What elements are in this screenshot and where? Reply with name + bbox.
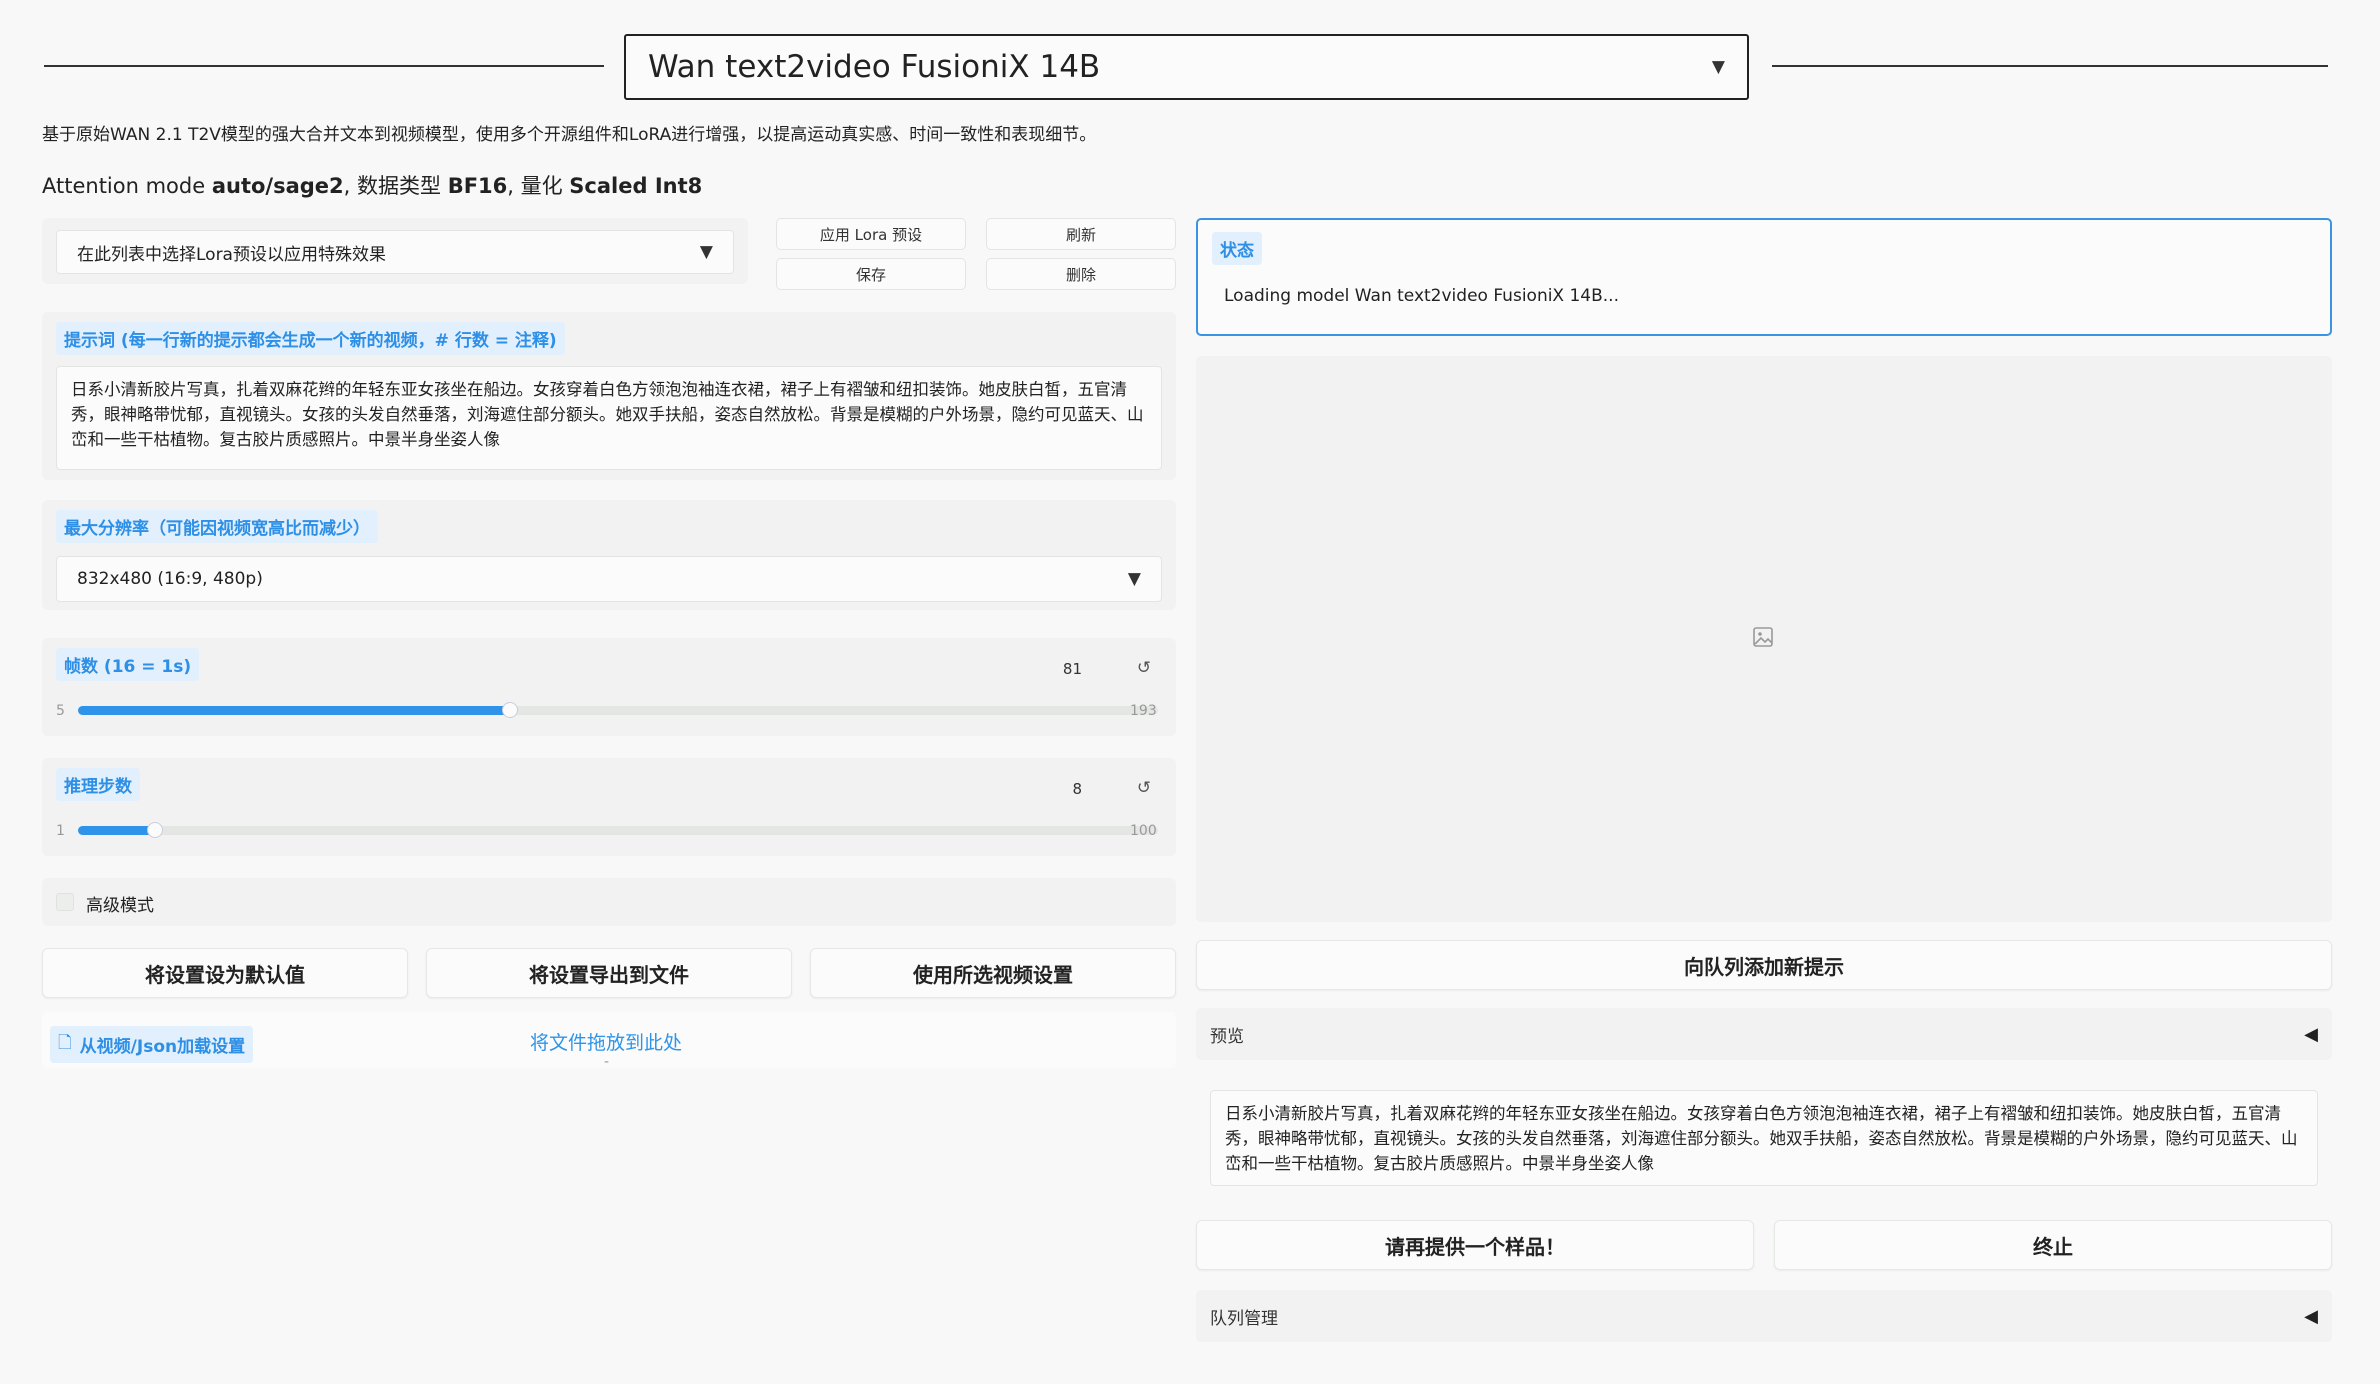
- model-select-value: Wan text2video FusioniX 14B: [648, 49, 1101, 85]
- frames-label: 帧数 (16 = 1s): [56, 648, 200, 681]
- datatype: BF16: [447, 174, 508, 198]
- collapse-icon: ◀: [2304, 1305, 2318, 1327]
- prompt-label: 提示词 (每一行新的提示都会生成一个新的视频，# 行数 = 注释): [56, 322, 565, 355]
- drop-text: 将文件拖放到此处: [530, 1032, 683, 1054]
- frames-slider-fill: [78, 706, 510, 715]
- status-text: Loading model Wan text2video FusioniX 14…: [1224, 286, 1619, 306]
- attention-info: Attention mode auto/sage2, 数据类型 BF16, 量化…: [42, 174, 703, 198]
- another-sample-button[interactable]: 请再提供一个样品！: [1196, 1220, 1754, 1270]
- advanced-mode-checkbox[interactable]: [56, 893, 74, 911]
- steps-min: 1: [56, 823, 65, 839]
- model-select[interactable]: Wan text2video FusioniX 14B ▼: [624, 34, 1749, 100]
- advanced-panel: 高级模式: [42, 878, 1176, 926]
- chevron-down-icon: ▼: [1127, 569, 1141, 589]
- abort-button[interactable]: 终止: [1774, 1220, 2332, 1270]
- drop-separator: -: [604, 1054, 610, 1068]
- refresh-button[interactable]: 刷新: [986, 218, 1176, 250]
- image-placeholder-icon: [1753, 627, 1773, 647]
- use-video-settings-button[interactable]: 使用所选视频设置: [810, 948, 1176, 998]
- resolution-value: 832x480 (16:9, 480p): [77, 569, 263, 589]
- model-description: 基于原始WAN 2.1 T2V模型的强大合并文本到视频模型，使用多个开源组件和L…: [42, 125, 1097, 145]
- file-icon: 🗋: [58, 1033, 72, 1053]
- export-settings-button[interactable]: 将设置导出到文件: [426, 948, 792, 998]
- preview-label: 预览: [1210, 1026, 1244, 1047]
- resolution-panel: 最大分辨率（可能因视频宽高比而减少） 832x480 (16:9, 480p) …: [42, 500, 1176, 610]
- steps-slider-track[interactable]: [78, 822, 1158, 838]
- status-label: 状态: [1212, 232, 1262, 265]
- steps-slider-fill: [78, 826, 155, 835]
- steps-slider-thumb[interactable]: [147, 822, 163, 838]
- frames-number-input[interactable]: 81: [1042, 660, 1082, 682]
- video-output: [1196, 356, 2332, 922]
- collapse-icon: ◀: [2304, 1023, 2318, 1045]
- steps-number-input[interactable]: 8: [1042, 780, 1082, 802]
- header-rule-right: [1772, 65, 2328, 67]
- header-rule-left: [44, 65, 604, 67]
- frames-slider-thumb[interactable]: [502, 702, 518, 718]
- queue-accordion[interactable]: 队列管理 ◀: [1196, 1290, 2332, 1342]
- resolution-select[interactable]: 832x480 (16:9, 480p) ▼: [56, 556, 1162, 602]
- steps-max: 100: [1130, 823, 1157, 839]
- queue-label: 队列管理: [1210, 1308, 1278, 1329]
- prompt-panel: 提示词 (每一行新的提示都会生成一个新的视频，# 行数 = 注释) 日系小清新胶…: [42, 312, 1176, 480]
- reset-icon[interactable]: ↺: [1132, 778, 1156, 802]
- status-box: 状态 Loading model Wan text2video FusioniX…: [1196, 218, 2332, 336]
- set-default-button[interactable]: 将设置设为默认值: [42, 948, 408, 998]
- chevron-down-icon: ▼: [699, 242, 713, 262]
- lora-preset-select[interactable]: 在此列表中选择Lora预设以应用特殊效果 ▼: [56, 230, 734, 274]
- attention-mode: auto/sage2: [211, 174, 344, 198]
- steps-label: 推理步数: [56, 768, 140, 801]
- preview-accordion[interactable]: 预览 ◀: [1196, 1008, 2332, 1060]
- delete-preset-button[interactable]: 删除: [986, 258, 1176, 290]
- frames-max: 193: [1130, 703, 1157, 719]
- frames-panel: 帧数 (16 = 1s) 81 ↺ 5 193: [42, 638, 1176, 736]
- resolution-label: 最大分辨率（可能因视频宽高比而减少）: [56, 510, 378, 543]
- reset-icon[interactable]: ↺: [1132, 658, 1156, 682]
- add-prompt-button[interactable]: 向队列添加新提示: [1196, 940, 2332, 990]
- frames-min: 5: [56, 703, 65, 719]
- steps-panel: 推理步数 8 ↺ 1 100: [42, 758, 1176, 856]
- lora-preset-placeholder: 在此列表中选择Lora预设以应用特殊效果: [77, 244, 386, 265]
- apply-lora-preset-button[interactable]: 应用 Lora 预设: [776, 218, 966, 250]
- chevron-down-icon: ▼: [1711, 57, 1725, 77]
- advanced-mode-label: 高级模式: [86, 896, 154, 916]
- quantization: Scaled Int8: [569, 174, 703, 198]
- frames-slider-track[interactable]: [78, 702, 1158, 718]
- load-settings-label: 🗋 从视频/Json加载设置: [50, 1026, 254, 1063]
- prompt-textarea[interactable]: 日系小清新胶片写真，扎着双麻花辫的年轻东亚女孩坐在船边。女孩穿着白色方领泡泡袖连…: [56, 366, 1162, 470]
- prompt-copy-textarea[interactable]: 日系小清新胶片写真，扎着双麻花辫的年轻东亚女孩坐在船边。女孩穿着白色方领泡泡袖连…: [1210, 1090, 2318, 1186]
- save-preset-button[interactable]: 保存: [776, 258, 966, 290]
- lora-panel: 在此列表中选择Lora预设以应用特殊效果 ▼: [42, 218, 748, 284]
- load-settings-dropzone[interactable]: 🗋 从视频/Json加载设置 将文件拖放到此处 -: [42, 1012, 1176, 1068]
